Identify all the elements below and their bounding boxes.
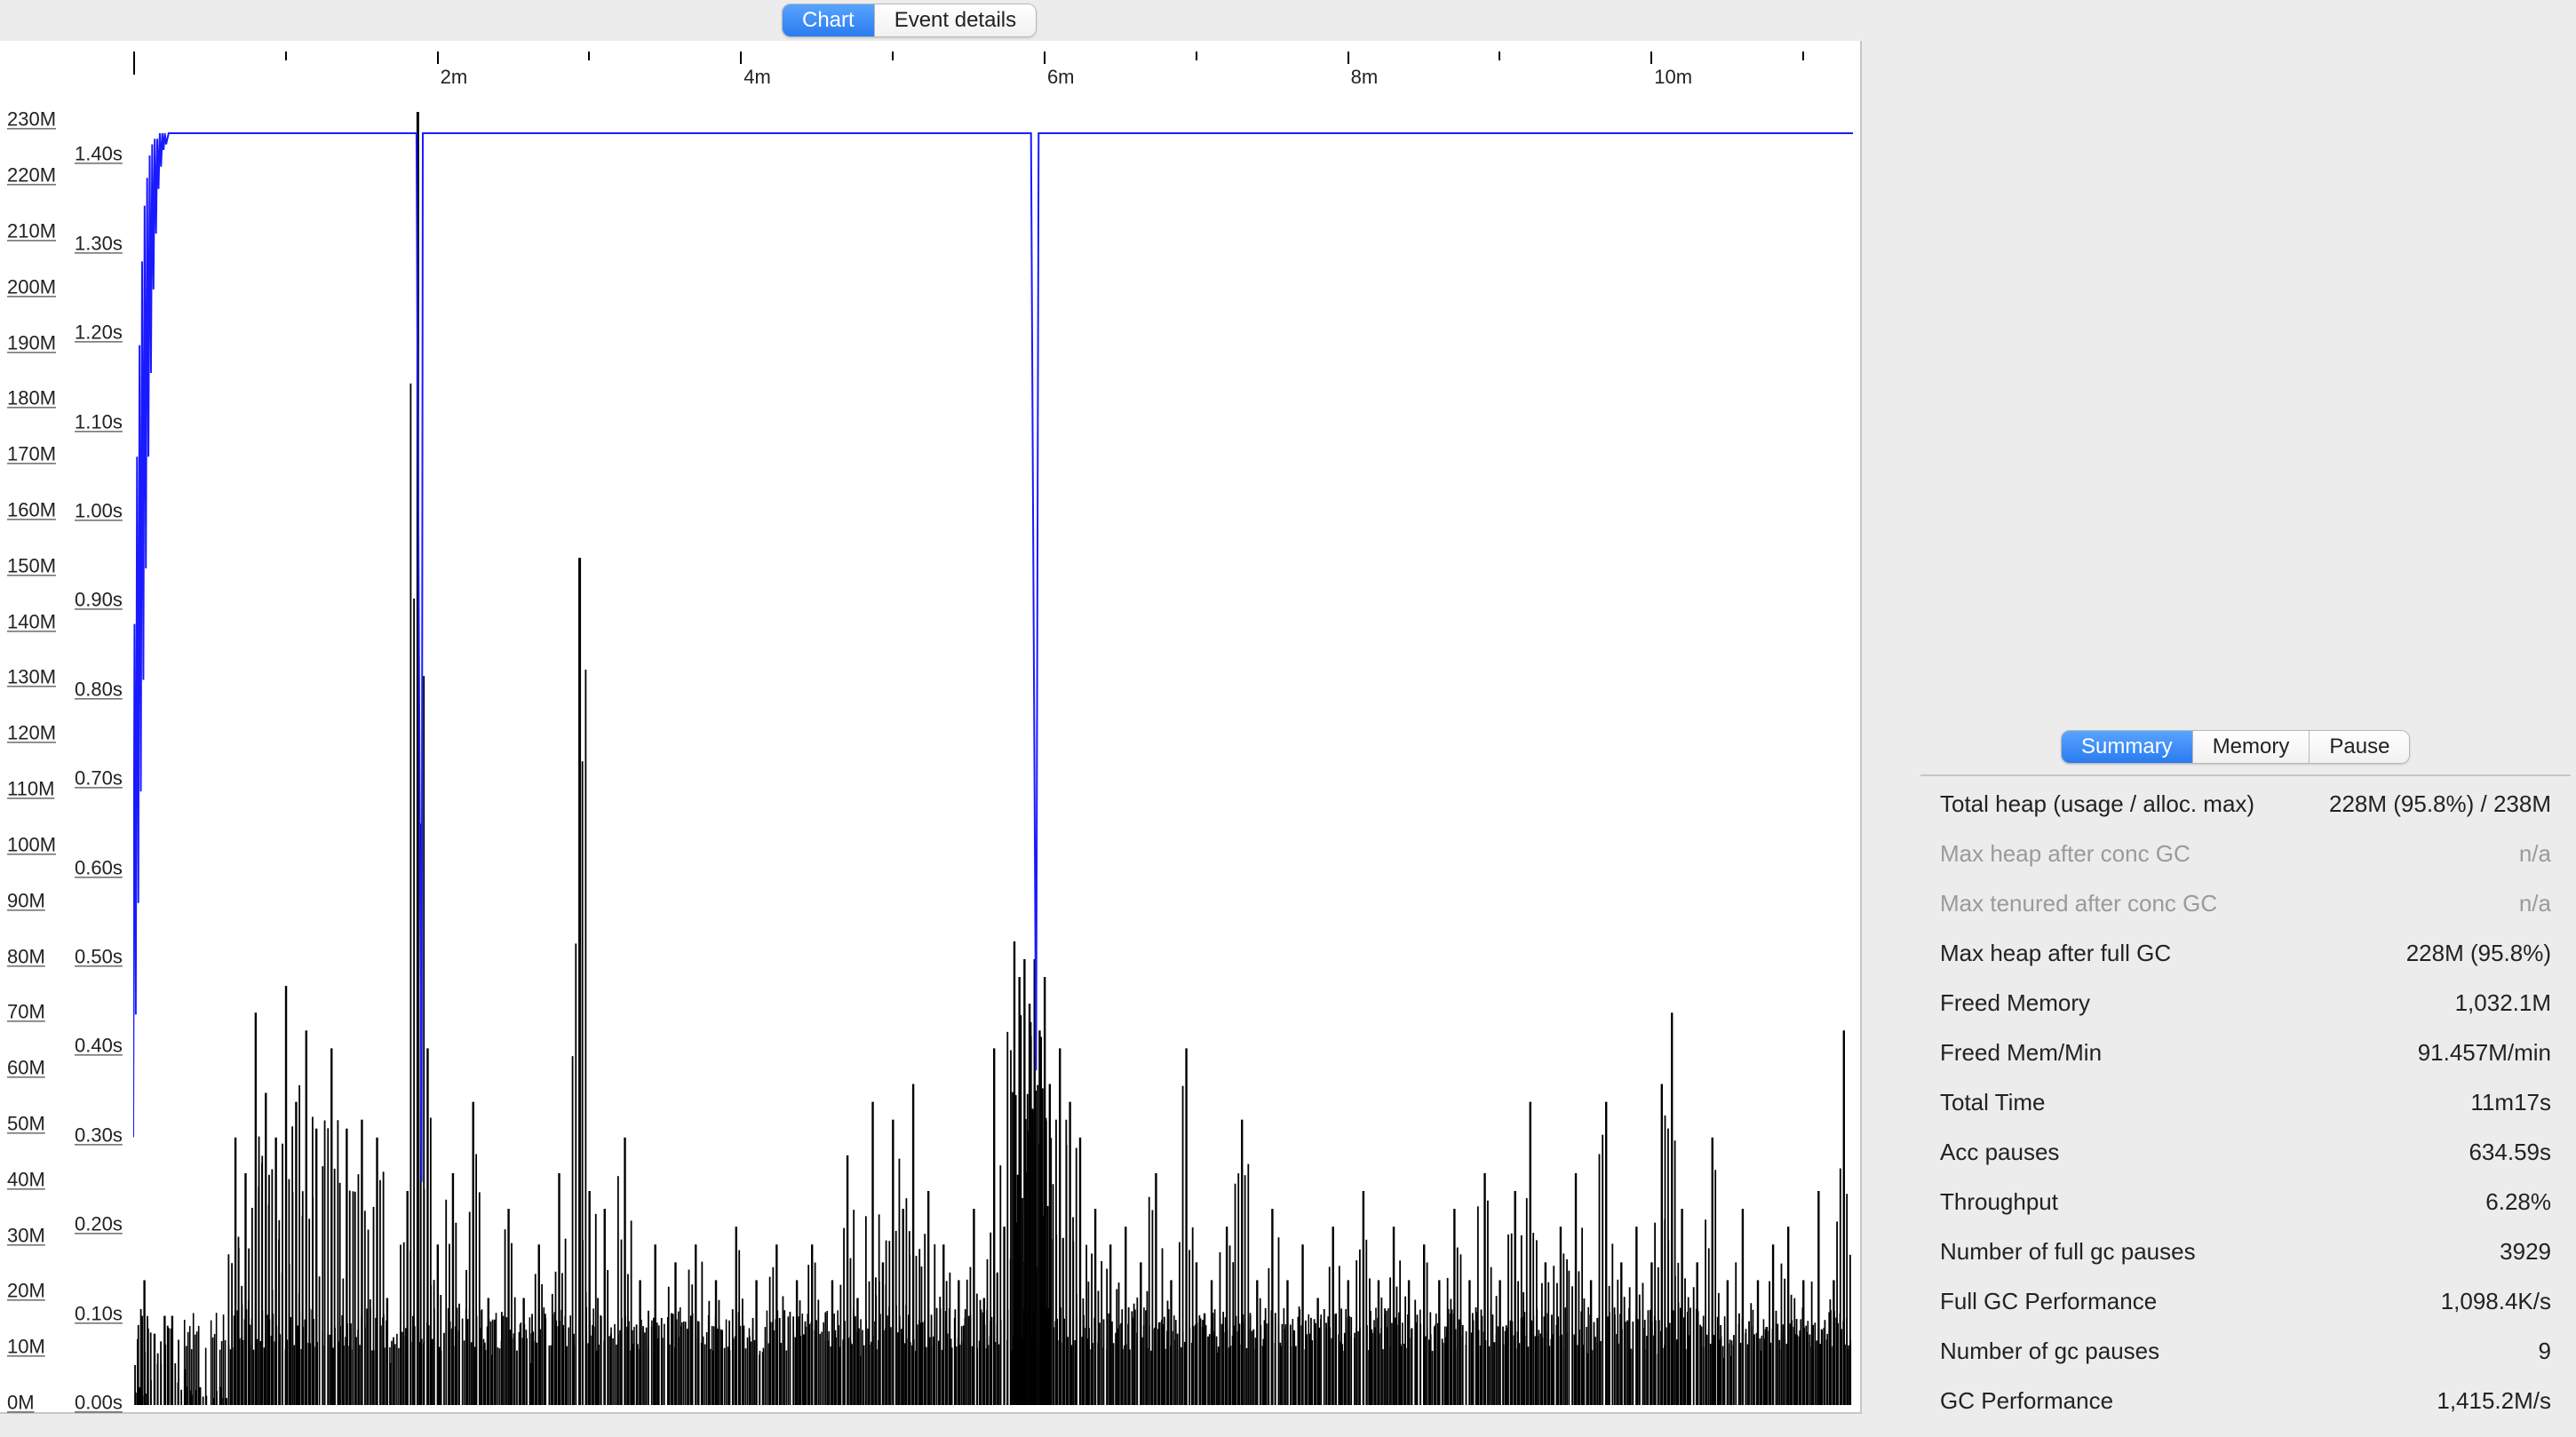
tab-chart[interactable]: Chart — [783, 4, 874, 36]
stat-value: 1,098.4K/s — [2441, 1288, 2551, 1315]
stat-value: 1,415.2M/s — [2437, 1387, 2551, 1415]
time-tick-label: 8m — [1348, 66, 1379, 89]
mem-tick-label: 0M — [7, 1391, 35, 1414]
sec-tick-label: 0.10s — [75, 1302, 123, 1325]
mem-tick-label: 200M — [7, 275, 56, 298]
stat-row: Number of full gc pauses 3929 — [1940, 1238, 2551, 1288]
stat-value: n/a — [2519, 890, 2551, 917]
top-tabs: Chart Event details — [782, 4, 1037, 37]
memory-axis: 0M10M20M30M40M50M60M70M80M90M100M110M120… — [4, 94, 75, 1405]
sec-tick-label: 1.00s — [75, 499, 123, 522]
time-tick-label: 4m — [740, 66, 771, 89]
stat-value: n/a — [2519, 840, 2551, 868]
mem-tick-label: 30M — [7, 1224, 45, 1247]
sec-tick-label: 0.60s — [75, 856, 123, 879]
stat-value: 6.28% — [2485, 1188, 2551, 1216]
mem-tick-label: 220M — [7, 164, 56, 187]
tab-event-details[interactable]: Event details — [874, 4, 1036, 36]
mem-tick-label: 90M — [7, 889, 45, 912]
sec-tick-label: 0.70s — [75, 767, 123, 790]
mem-tick-label: 170M — [7, 443, 56, 466]
stat-row: Full GC Performance 1,098.4K/s — [1940, 1288, 2551, 1338]
stat-label: Max tenured after conc GC — [1940, 890, 2217, 917]
stat-row: Number of gc pauses 9 — [1940, 1338, 2551, 1387]
tab-pause[interactable]: Pause — [2309, 731, 2409, 763]
plot-area — [133, 94, 1853, 1405]
stat-label: Freed Mem/Min — [1940, 1039, 2102, 1067]
stat-row: Acc pauses 634.59s — [1940, 1139, 2551, 1188]
stat-label: GC Performance — [1940, 1387, 2113, 1415]
mem-tick-label: 190M — [7, 331, 56, 354]
time-tick-label: 6m — [1044, 66, 1075, 89]
sec-tick-label: 0.40s — [75, 1035, 123, 1058]
stat-value: 1,032.1M — [2455, 989, 2551, 1017]
stat-label: Acc pauses — [1940, 1139, 2059, 1166]
stat-row: Throughput 6.28% — [1940, 1188, 2551, 1238]
stat-row: Max heap after full GC 228M (95.8%) — [1940, 940, 2551, 989]
stat-row: GC Performance 1,415.2M/s — [1940, 1387, 2551, 1437]
mem-tick-label: 160M — [7, 498, 56, 521]
stat-row: Freed Mem/Min 91.457M/min — [1940, 1039, 2551, 1089]
sec-tick-label: 0.90s — [75, 589, 123, 612]
stat-label: Max heap after full GC — [1940, 940, 2171, 967]
stat-row: Freed Memory 1,032.1M — [1940, 989, 2551, 1039]
sec-tick-label: 0.50s — [75, 945, 123, 968]
stat-value: 3929 — [2500, 1238, 2551, 1266]
chart-svg — [133, 94, 1853, 1405]
mem-tick-label: 180M — [7, 387, 56, 410]
sec-tick-label: 0.20s — [75, 1213, 123, 1236]
stat-label: Number of gc pauses — [1940, 1338, 2159, 1365]
stat-label: Total Time — [1940, 1089, 2046, 1116]
mem-tick-label: 150M — [7, 554, 56, 577]
stat-row: Total heap (usage / alloc. max) 228M (95.… — [1940, 790, 2551, 840]
mem-tick-label: 10M — [7, 1336, 45, 1359]
stat-row: Max heap after conc GC n/a — [1940, 840, 2551, 890]
time-tick-label: 10m — [1650, 66, 1692, 89]
mem-tick-label: 230M — [7, 108, 56, 131]
time-axis: 2m 4m 6m 8m 10m — [133, 52, 1853, 94]
mem-tick-label: 80M — [7, 945, 45, 968]
sec-tick-label: 0.30s — [75, 1123, 123, 1147]
stat-value: 634.59s — [2469, 1139, 2551, 1166]
mem-tick-label: 60M — [7, 1057, 45, 1080]
right-tabs: Summary Memory Pause — [2061, 730, 2410, 764]
mem-tick-label: 100M — [7, 833, 56, 856]
stat-label: Number of full gc pauses — [1940, 1238, 2196, 1266]
stat-row: Total Time 11m17s — [1940, 1089, 2551, 1139]
stat-value: 9 — [2539, 1338, 2551, 1365]
tab-summary[interactable]: Summary — [2062, 731, 2192, 763]
stat-value: 228M (95.8%) — [2406, 940, 2551, 967]
stat-label: Max heap after conc GC — [1940, 840, 2190, 868]
mem-tick-label: 140M — [7, 610, 56, 633]
mem-tick-label: 110M — [7, 777, 54, 800]
mem-tick-label: 50M — [7, 1112, 45, 1135]
stat-value: 11m17s — [2470, 1089, 2551, 1116]
sec-tick-label: 1.10s — [75, 410, 123, 433]
seconds-axis: 0.00s0.10s0.20s0.30s0.40s0.50s0.60s0.70s… — [71, 94, 133, 1405]
sec-tick-label: 1.30s — [75, 232, 123, 255]
mem-tick-label: 120M — [7, 722, 56, 745]
mem-tick-label: 130M — [7, 666, 56, 689]
stat-row: Max tenured after conc GC n/a — [1940, 890, 2551, 940]
mem-tick-label: 20M — [7, 1280, 45, 1303]
chart-panel: 2m 4m 6m 8m 10m 0M 10M 20M 30M 40M 50M 60M 70M 80M 90… — [0, 41, 1862, 1414]
stat-label: Total heap (usage / alloc. max) — [1940, 790, 2254, 818]
stat-value: 91.457M/min — [2418, 1039, 2551, 1067]
mem-tick-label: 40M — [7, 1168, 45, 1191]
tab-memory[interactable]: Memory — [2192, 731, 2310, 763]
time-tick-label: 2m — [437, 66, 468, 89]
stats-panel: Total heap (usage / alloc. max) 228M (95.… — [1920, 774, 2571, 1410]
stat-label: Throughput — [1940, 1188, 2058, 1216]
sec-tick-label: 0.00s — [75, 1391, 123, 1414]
stat-label: Full GC Performance — [1940, 1288, 2157, 1315]
mem-tick-label: 210M — [7, 219, 56, 242]
stat-label: Freed Memory — [1940, 989, 2090, 1017]
sec-tick-label: 1.40s — [75, 143, 123, 166]
sec-tick-label: 0.80s — [75, 678, 123, 701]
sec-tick-label: 1.20s — [75, 321, 123, 344]
mem-tick-label: 70M — [7, 1001, 45, 1024]
stat-value: 228M (95.8%) / 238M — [2329, 790, 2551, 818]
